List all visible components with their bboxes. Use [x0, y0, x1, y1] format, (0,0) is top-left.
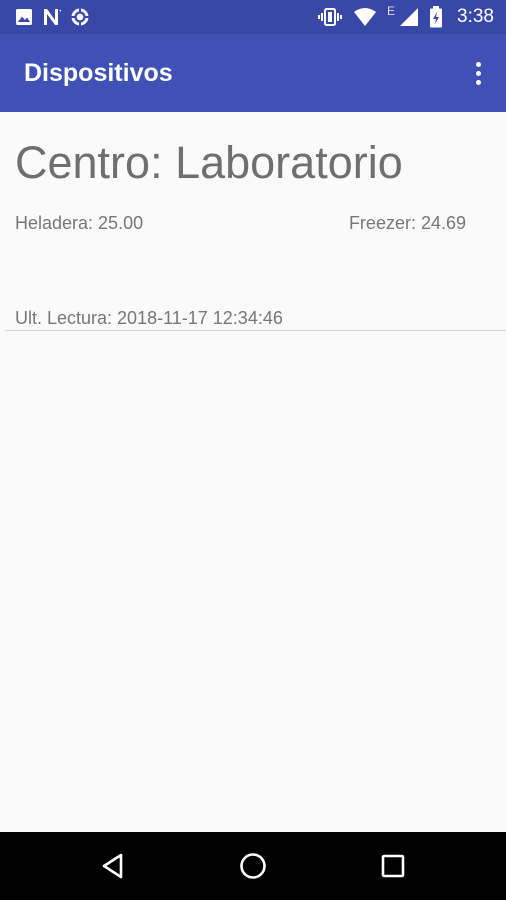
status-time: 3:38	[457, 6, 494, 27]
network-type-label: E	[387, 4, 396, 18]
vibrate-icon	[317, 6, 343, 28]
recents-icon[interactable]	[377, 850, 409, 882]
status-bar: E 3:38	[0, 0, 506, 34]
card-divider	[5, 330, 506, 331]
home-icon[interactable]	[237, 850, 269, 882]
system-icons: E 3:38	[317, 4, 494, 29]
back-icon[interactable]	[97, 850, 129, 882]
device-list: Centro: Laboratorio Heladera: 25.00 Free…	[0, 112, 506, 832]
wifi-icon	[353, 6, 377, 28]
device-card[interactable]: Centro: Laboratorio Heladera: 25.00 Free…	[0, 112, 506, 330]
freezer-temperature: Freezer: 24.69	[348, 213, 466, 233]
fridge-temperature: Heladera: 25.00	[15, 213, 144, 233]
signal-icon	[399, 6, 419, 28]
center-title: Centro: Laboratorio	[15, 137, 403, 188]
sync-icon	[70, 7, 90, 27]
navigation-bar	[0, 832, 506, 900]
notification-icons	[14, 7, 90, 27]
image-icon	[14, 7, 34, 27]
battery-icon	[429, 6, 443, 28]
more-vert-icon[interactable]	[468, 58, 488, 88]
app-bar: Dispositivos	[0, 34, 506, 112]
last-reading: Ult. Lectura: 2018-11-17 12:34:46	[15, 308, 283, 328]
app-title: Dispositivos	[24, 59, 173, 87]
n-app-icon	[42, 7, 62, 27]
